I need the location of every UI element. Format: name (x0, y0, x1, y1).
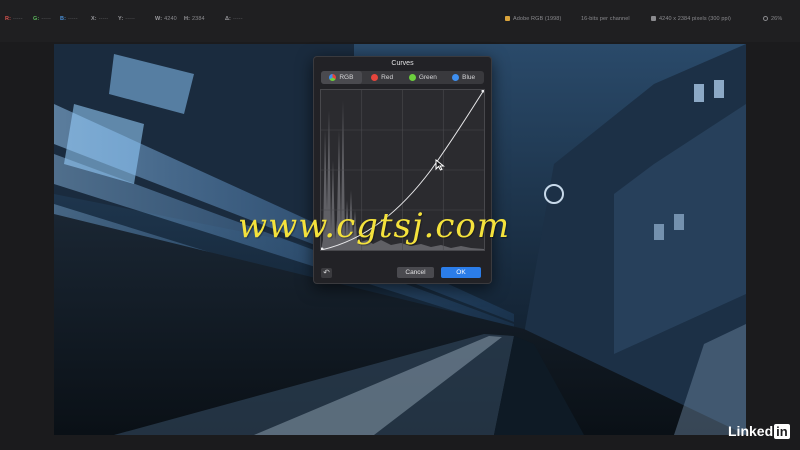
x-readout: X: ----- (91, 16, 109, 22)
blue-readout: B: ----- (60, 16, 78, 22)
y-readout: Y: ----- (118, 16, 135, 22)
height-readout: H: 2384 (184, 16, 205, 22)
blue-dot-icon (452, 74, 460, 81)
green-readout: G: ----- (33, 16, 51, 22)
tab-blue[interactable]: Blue (443, 71, 484, 84)
undo-icon: ↶ (323, 268, 330, 277)
green-dot-icon (408, 74, 416, 81)
ok-button[interactable]: OK (441, 267, 481, 278)
width-readout: W: 4240 (155, 16, 177, 22)
red-dot-icon (371, 74, 379, 81)
info-bar: R: ----- G: ----- B: ----- X: ----- Y: ----- … (0, 0, 800, 42)
cancel-button[interactable]: Cancel (397, 267, 434, 278)
tab-green[interactable]: Green (403, 71, 444, 84)
bit-depth: 16-bits per channel (581, 16, 630, 22)
pointer-cursor-icon (435, 159, 445, 171)
zoom-level: 26% (763, 16, 782, 22)
tab-red[interactable]: Red (362, 71, 403, 84)
dialog-title: Curves (391, 60, 414, 67)
red-readout: R: ----- (5, 16, 23, 22)
curve-endpoint (481, 89, 485, 93)
document-icon (651, 16, 656, 21)
magnifier-icon (763, 16, 768, 21)
rgb-wheel-icon (329, 74, 337, 81)
tab-rgb[interactable]: RGB (321, 71, 362, 84)
linkedin-logo: Linked in (728, 423, 790, 439)
watermark-text: www.cgtsj.com (238, 206, 511, 246)
delta-readout: Δ: ----- (225, 16, 243, 22)
reset-curve-button[interactable]: ↶ (321, 268, 332, 278)
curves-dialog: Curves RGB Red Green Blue ↶ Cancel OK (313, 56, 492, 284)
channel-tabs: RGB Red Green Blue (321, 71, 484, 84)
document-dimensions: 4240 x 2384 pixels (300 ppi) (651, 16, 731, 22)
color-profile: Adobe RGB (1998) (505, 16, 561, 22)
color-profile-icon (505, 16, 510, 21)
